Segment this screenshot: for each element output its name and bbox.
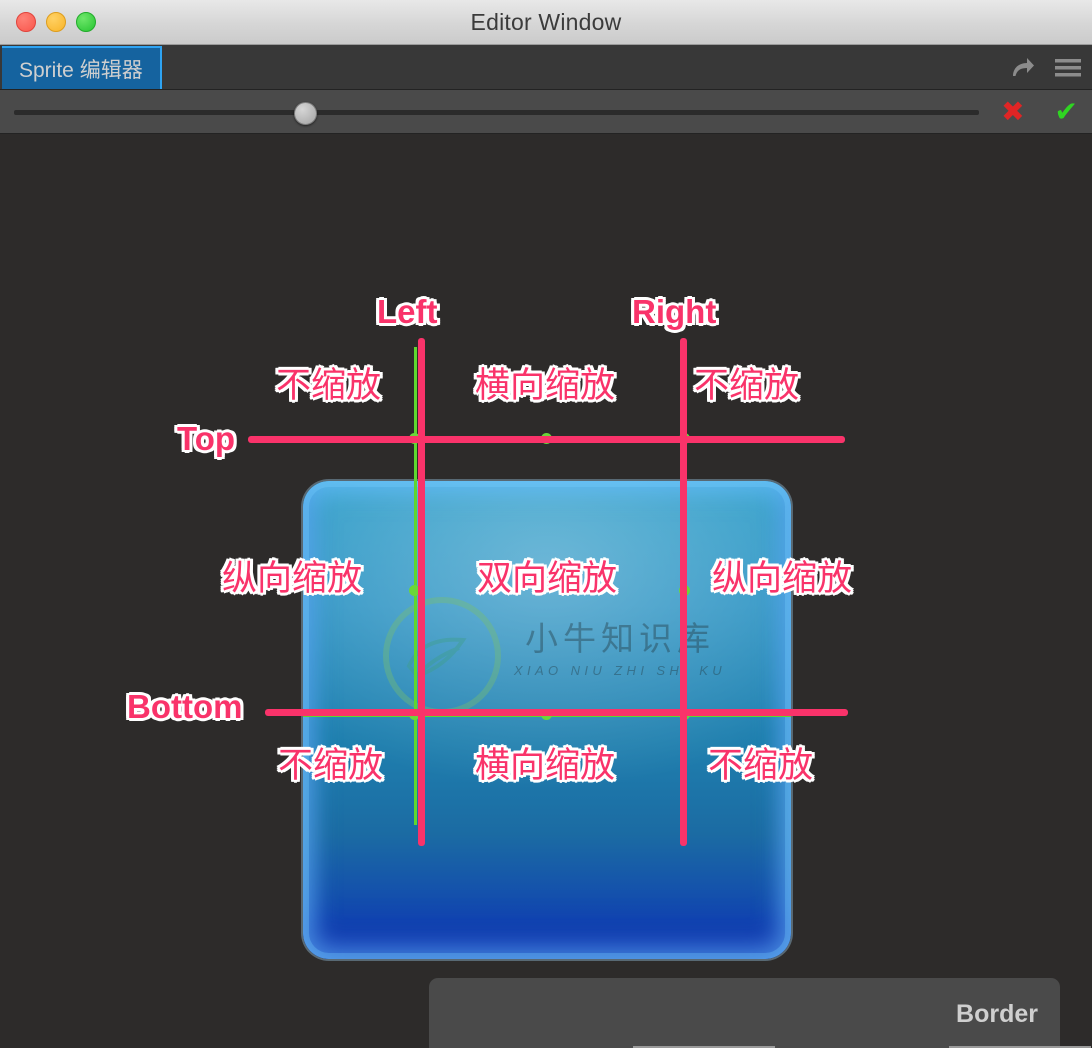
- tab-label: Sprite 编辑器: [19, 58, 143, 82]
- sprite-canvas[interactable]: 小牛知识库 XIAO NIU ZHI SHI KU Left Right Top…: [0, 134, 1092, 1048]
- region-label-bottom-left: 不缩放: [278, 746, 384, 786]
- cancel-icon[interactable]: ✖: [1001, 98, 1024, 126]
- border-line-right[interactable]: [680, 338, 687, 846]
- guide-label-top: Top: [177, 420, 236, 457]
- tab-bar-actions: [1008, 45, 1082, 90]
- sprite-image[interactable]: [303, 481, 791, 959]
- border-row-1: Left Right: [429, 1040, 1091, 1048]
- border-panel-title: Border: [956, 1000, 1038, 1028]
- zoom-slider[interactable]: [14, 100, 979, 125]
- guide-label-bottom: Bottom: [127, 688, 243, 725]
- region-label-top-center: 横向缩放: [475, 366, 616, 406]
- border-line-bottom[interactable]: [265, 709, 848, 716]
- zoom-slider-thumb[interactable]: [293, 101, 317, 125]
- confirm-icon[interactable]: ✔: [1055, 98, 1078, 126]
- border-line-left[interactable]: [418, 338, 425, 846]
- region-label-top-right: 不缩放: [694, 366, 800, 406]
- guide-label-right: Right: [632, 293, 717, 330]
- guide-label-left: Left: [377, 293, 438, 330]
- border-fields: Left Right: [429, 1040, 1091, 1048]
- region-label-bottom-center: 横向缩放: [475, 746, 616, 786]
- region-label-bottom-right: 不缩放: [708, 746, 814, 786]
- toolbar-actions: ✖ ✔: [1001, 90, 1078, 134]
- redo-arrow-icon[interactable]: [1008, 54, 1036, 82]
- region-label-middle-right: 纵向缩放: [712, 559, 853, 599]
- region-label-top-left: 不缩放: [276, 366, 382, 406]
- editor-toolbar: ✖ ✔: [0, 90, 1092, 134]
- sprite-rim: [303, 481, 791, 959]
- tab-bar: Sprite 编辑器: [0, 45, 1092, 90]
- hamburger-menu-icon[interactable]: [1054, 54, 1082, 82]
- tab-sprite-editor[interactable]: Sprite 编辑器: [2, 46, 162, 89]
- sprite-glow: [303, 481, 791, 959]
- editor-window: Editor Window Sprite 编辑器 ✖ ✔ 小牛知识库 XIAO …: [0, 0, 1092, 1048]
- region-label-middle-center: 双向缩放: [477, 559, 618, 599]
- zoom-slider-track[interactable]: [14, 109, 979, 115]
- region-label-middle-left: 纵向缩放: [222, 559, 363, 599]
- border-panel: Border Left Right: [429, 978, 1091, 1048]
- border-line-top[interactable]: [248, 436, 845, 443]
- window-titlebar: Editor Window: [0, 0, 1092, 45]
- window-title: Editor Window: [470, 9, 622, 35]
